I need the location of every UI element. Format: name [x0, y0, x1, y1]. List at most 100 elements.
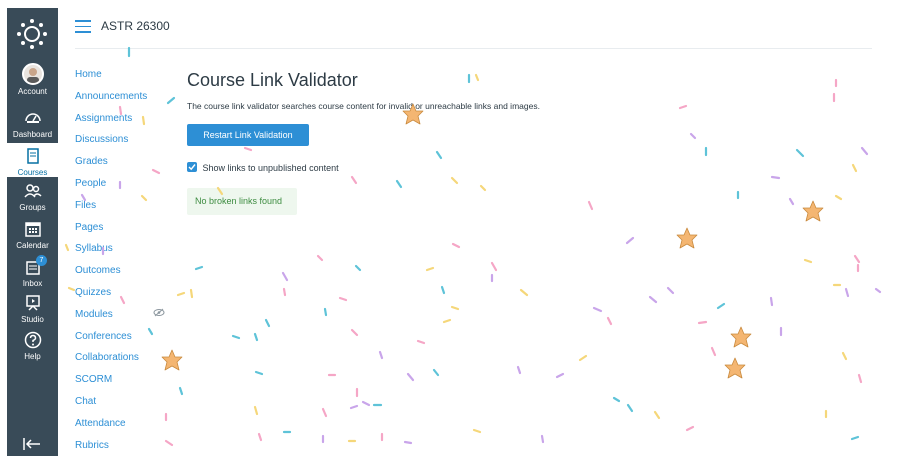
- confetti-piece: [67, 286, 76, 292]
- validation-result-message: No broken links found: [187, 188, 297, 215]
- course-nav-discussions[interactable]: Discussions: [75, 133, 147, 155]
- confetti-piece: [540, 434, 545, 444]
- confetti-piece: [350, 175, 358, 185]
- confetti-piece: [406, 372, 415, 382]
- confetti-piece: [440, 285, 446, 295]
- course-nav-scorm[interactable]: SCORM: [75, 373, 147, 395]
- hamburger-menu-icon[interactable]: [75, 20, 91, 34]
- course-nav-people[interactable]: People: [75, 177, 147, 199]
- course-nav-home[interactable]: Home: [75, 68, 147, 90]
- calendar-icon: [24, 222, 41, 237]
- confetti-piece: [626, 403, 634, 413]
- confetti-piece: [592, 306, 603, 313]
- nav-account-label: Account: [18, 87, 47, 96]
- breadcrumb-course[interactable]: ASTR 26300: [101, 19, 170, 33]
- course-nav-grades[interactable]: Grades: [75, 155, 147, 177]
- confetti-piece: [451, 242, 461, 249]
- confetti-piece: [321, 407, 328, 418]
- confetti-piece: [685, 425, 695, 432]
- confetti-piece: [490, 261, 498, 272]
- hidden-eye-icon: [153, 308, 165, 317]
- confetti-piece: [176, 291, 186, 297]
- global-nav: Account Dashboard Courses Groups Calenda…: [7, 8, 58, 456]
- confetti-piece: [689, 132, 697, 140]
- confetti-piece: [834, 194, 843, 201]
- confetti-star: [724, 357, 746, 379]
- nav-studio-label: Studio: [21, 315, 44, 324]
- course-nav-rubrics[interactable]: Rubrics: [75, 439, 147, 456]
- confetti-piece: [253, 332, 259, 342]
- course-nav-collaborations[interactable]: Collaborations: [75, 351, 147, 373]
- course-nav-attendance[interactable]: Attendance: [75, 417, 147, 439]
- nav-groups-label: Groups: [19, 203, 46, 212]
- course-nav-modules[interactable]: Modules: [75, 308, 147, 330]
- course-nav-outcomes[interactable]: Outcomes: [75, 264, 147, 286]
- nav-calendar[interactable]: Calendar: [7, 219, 58, 250]
- confetti-piece: [519, 288, 529, 297]
- confetti-piece: [349, 404, 359, 410]
- confetti-piece: [716, 302, 726, 310]
- confetti-piece: [350, 328, 359, 337]
- confetti-piece: [666, 286, 675, 295]
- confetti-piece: [64, 243, 70, 252]
- confetti-piece: [166, 96, 176, 105]
- confetti-piece: [189, 288, 194, 299]
- course-nav-announcements[interactable]: Announcements: [75, 90, 147, 112]
- confetti-piece: [803, 258, 813, 264]
- dashboard-icon: [24, 113, 41, 123]
- course-nav-syllabus[interactable]: Syllabus: [75, 242, 147, 264]
- course-nav-pages[interactable]: Pages: [75, 221, 147, 243]
- course-nav-files[interactable]: Files: [75, 199, 147, 221]
- confetti-piece: [874, 287, 882, 294]
- canvas-logo-icon[interactable]: [16, 18, 48, 50]
- course-nav-chat[interactable]: Chat: [75, 395, 147, 417]
- confetti-piece: [282, 287, 287, 297]
- confetti-piece: [147, 327, 154, 336]
- confetti-piece: [361, 400, 371, 407]
- nav-studio[interactable]: Studio: [7, 293, 58, 324]
- studio-icon: [25, 295, 40, 311]
- confetti-piece: [354, 264, 362, 272]
- help-icon: [24, 331, 41, 349]
- confetti-piece: [587, 200, 594, 211]
- confetti-piece: [625, 236, 635, 245]
- course-nav-conferences[interactable]: Conferences: [75, 330, 147, 352]
- nav-groups[interactable]: Groups: [7, 181, 58, 212]
- confetti-piece: [403, 440, 413, 445]
- confetti-piece: [450, 305, 460, 311]
- confetti-piece: [857, 373, 863, 384]
- show-unpublished-checkbox[interactable]: [187, 162, 197, 172]
- confetti-piece: [648, 295, 658, 304]
- nav-dashboard[interactable]: Dashboard: [7, 108, 58, 139]
- confetti-piece: [788, 197, 795, 206]
- confetti-piece: [472, 428, 482, 434]
- confetti-piece: [697, 320, 708, 325]
- collapse-nav-icon[interactable]: [21, 436, 43, 452]
- confetti-piece: [841, 351, 848, 361]
- confetti-piece: [860, 146, 869, 156]
- course-nav-quizzes[interactable]: Quizzes: [75, 286, 147, 308]
- nav-inbox[interactable]: 7 Inbox: [7, 255, 58, 288]
- course-nav-assignments[interactable]: Assignments: [75, 112, 147, 134]
- nav-calendar-label: Calendar: [16, 241, 49, 250]
- confetti-piece: [450, 176, 459, 185]
- restart-link-validation-button[interactable]: Restart Link Validation: [187, 124, 309, 146]
- confetti-piece: [770, 175, 781, 180]
- nav-account[interactable]: Account: [7, 63, 58, 96]
- confetti-piece: [151, 168, 161, 175]
- header-divider: [75, 48, 872, 49]
- confetti-piece: [516, 365, 522, 375]
- confetti-star: [730, 326, 752, 348]
- confetti-star: [676, 227, 698, 249]
- confetti-piece: [425, 266, 435, 272]
- confetti-piece: [178, 386, 184, 396]
- nav-courses[interactable]: Courses: [7, 143, 58, 177]
- confetti-piece: [795, 148, 805, 158]
- confetti-piece: [769, 296, 774, 307]
- nav-dashboard-label: Dashboard: [12, 130, 53, 139]
- confetti-piece: [243, 146, 253, 152]
- show-unpublished-toggle[interactable]: Show links to unpublished content: [187, 162, 339, 173]
- nav-help[interactable]: Help: [7, 330, 58, 361]
- confetti-piece: [555, 372, 565, 379]
- confetti-star: [161, 349, 183, 371]
